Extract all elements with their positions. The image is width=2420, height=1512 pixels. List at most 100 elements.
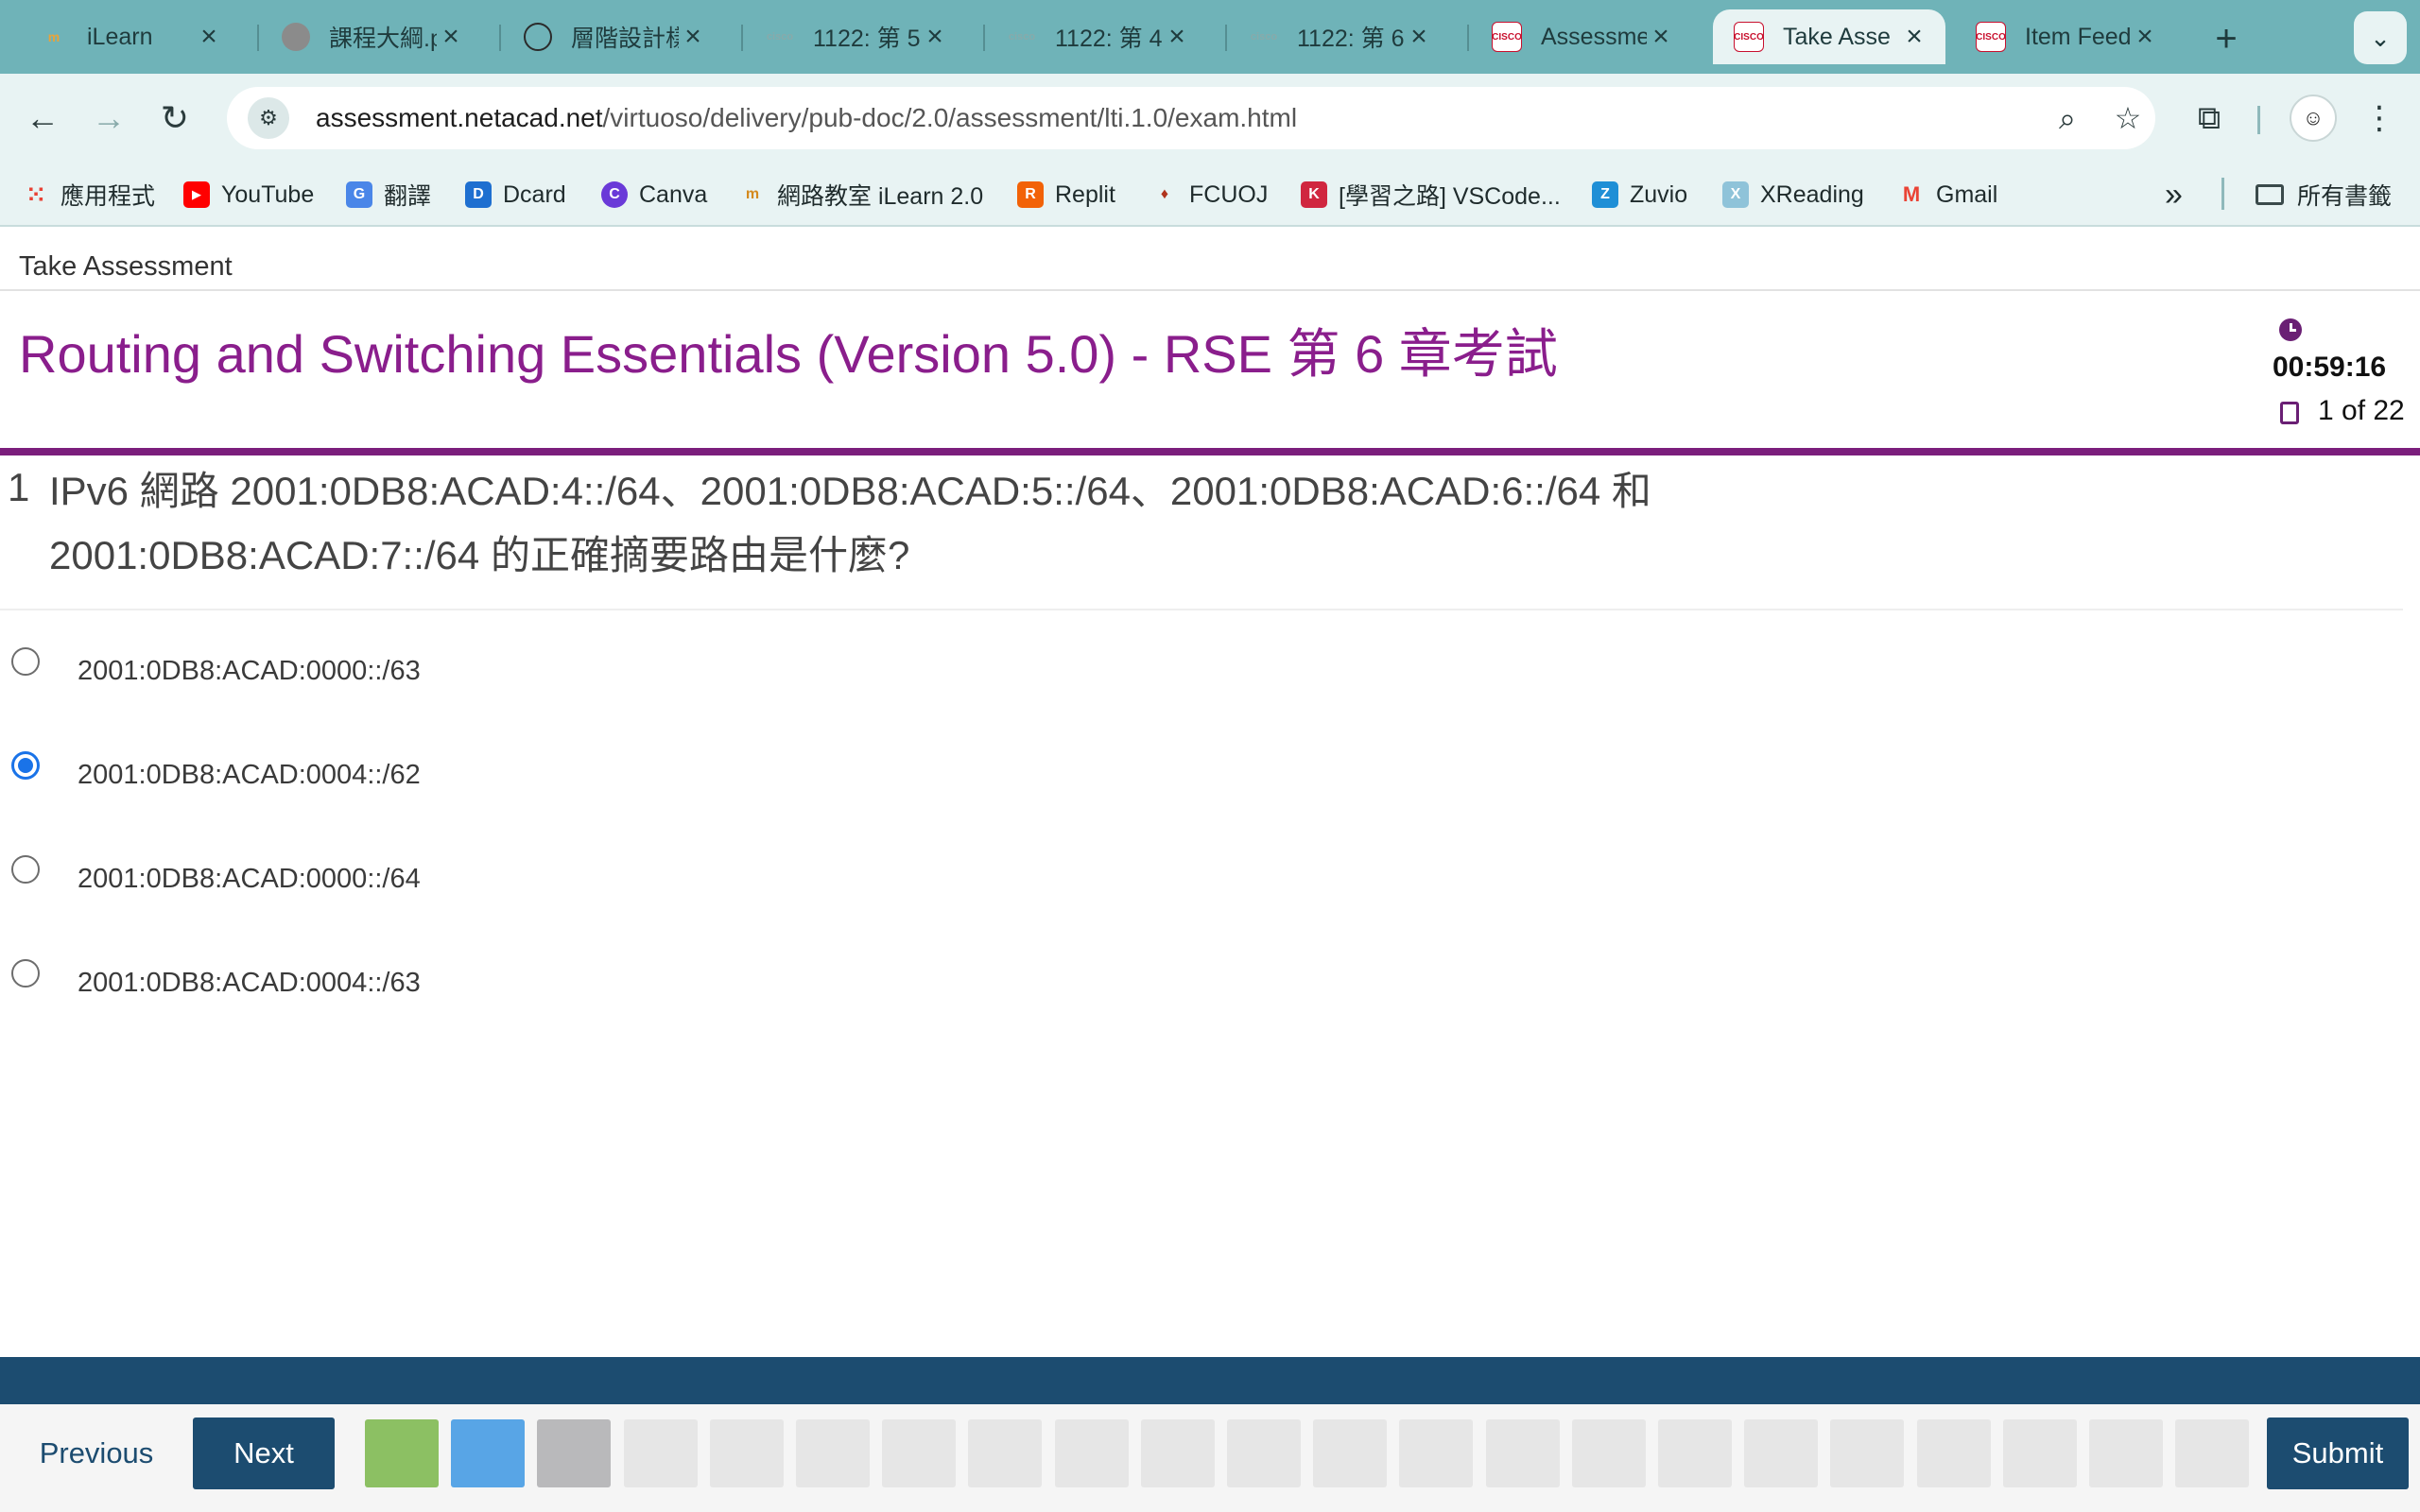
dcard-icon: D: [465, 181, 492, 208]
seal-icon: [282, 23, 310, 51]
question-nav-box-2[interactable]: [451, 1419, 526, 1487]
tab-1122-ch4[interactable]: cisco 1122: 第 4 ×: [987, 9, 1208, 64]
question-nav-box-19[interactable]: [1916, 1419, 1991, 1487]
bookmark-zuvio[interactable]: Z Zuvio: [1592, 176, 1687, 214]
question-nav-box-1[interactable]: [365, 1419, 439, 1487]
tab-assessment[interactable]: CISCO Assessme ×: [1471, 9, 1692, 64]
youtube-icon: ▶: [183, 181, 210, 208]
translate-icon: G: [346, 181, 372, 208]
question-nav-box-4[interactable]: [623, 1419, 698, 1487]
cisco-icon: cisco: [1250, 31, 1278, 43]
question-nav-box-12[interactable]: [1313, 1419, 1388, 1487]
question-nav-box-14[interactable]: [1485, 1419, 1560, 1487]
radio-button[interactable]: [11, 647, 40, 676]
tab-chatgpt[interactable]: 層階設計樣 ×: [503, 9, 724, 64]
address-bar[interactable]: ⚙ assessment.netacad.net/virtuoso/delive…: [227, 87, 2155, 149]
question-nav-box-21[interactable]: [2089, 1419, 2163, 1487]
radio-button-selected[interactable]: [11, 751, 40, 780]
footer-bar: [0, 1357, 2420, 1404]
cisco-icon: cisco: [1008, 31, 1036, 43]
bookmark-canva[interactable]: C Canva: [601, 176, 707, 214]
question-divider: [0, 609, 2403, 610]
question-nav-box-16[interactable]: [1658, 1419, 1732, 1487]
cisco-icon: CISCO: [1734, 22, 1764, 52]
question-counter: 1 of 22: [2318, 395, 2405, 426]
answer-option[interactable]: 2001:0DB8:ACAD:0000::/64: [11, 850, 421, 894]
close-icon[interactable]: ×: [1647, 21, 1675, 53]
answer-option[interactable]: 2001:0DB8:ACAD:0004::/63: [11, 954, 421, 998]
bookmark-gmail[interactable]: M Gmail: [1898, 176, 1997, 214]
back-arrow-icon[interactable]: ←: [19, 94, 66, 142]
question-nav-box-9[interactable]: [1054, 1419, 1129, 1487]
question-nav-box-7[interactable]: [882, 1419, 957, 1487]
apps-grid-icon: ⁙: [26, 181, 46, 208]
tab-ilearn[interactable]: m iLearn ×: [19, 9, 240, 64]
menu-kebab-icon[interactable]: ⋮: [2356, 94, 2403, 142]
site-info-icon[interactable]: ⚙: [248, 97, 289, 139]
question-nav-box-13[interactable]: [1399, 1419, 1474, 1487]
radio-button[interactable]: [11, 855, 40, 884]
tab-syllabus[interactable]: 課程大綱.p ×: [261, 9, 482, 64]
close-icon[interactable]: ×: [2131, 21, 2159, 53]
bookmark-star-icon[interactable]: ☆: [2104, 94, 2152, 142]
more-bookmarks-chevron-icon[interactable]: »: [2165, 176, 2183, 214]
ilearn-icon: m: [47, 29, 60, 44]
zuvio-icon: Z: [1592, 181, 1618, 208]
tab-item-feedback[interactable]: CISCO Item Feed ×: [1955, 9, 2176, 64]
close-icon[interactable]: ×: [679, 21, 707, 53]
bookmark-dcard[interactable]: D Dcard: [465, 176, 566, 214]
zoom-icon[interactable]: ⌕: [2044, 94, 2091, 142]
url-text[interactable]: assessment.netacad.net/virtuoso/delivery…: [316, 103, 1297, 133]
browser-toolbar: ← → ↻ ⚙ assessment.netacad.net/virtuoso/…: [0, 74, 2420, 163]
question-nav-box-10[interactable]: [1140, 1419, 1215, 1487]
new-tab-button[interactable]: +: [2203, 15, 2250, 62]
next-button[interactable]: Next: [193, 1418, 335, 1489]
tab-1122-ch6[interactable]: cisco 1122: 第 6 ×: [1229, 9, 1450, 64]
reload-icon[interactable]: ↻: [151, 94, 199, 142]
folder-icon: [2256, 184, 2284, 205]
question-nav-box-17[interactable]: [1744, 1419, 1819, 1487]
extensions-puzzle-icon[interactable]: ⧉: [2186, 94, 2233, 142]
question-nav-box-18[interactable]: [1830, 1419, 1905, 1487]
answer-option[interactable]: 2001:0DB8:ACAD:0000::/63: [11, 643, 421, 686]
forward-arrow-icon[interactable]: →: [85, 94, 132, 142]
bookmark-apps[interactable]: ⁙ 應用程式: [23, 176, 155, 214]
question-nav-box-22[interactable]: [2175, 1419, 2250, 1487]
question-text: IPv6 網路 2001:0DB8:ACAD:4::/64、2001:0DB8:…: [49, 469, 1651, 577]
bookmark-ilearn[interactable]: m 網路教室 iLearn 2.0: [739, 176, 983, 214]
answer-option[interactable]: 2001:0DB8:ACAD:0004::/62: [11, 747, 421, 790]
tab-take-assessment[interactable]: CISCO Take Asse ×: [1713, 9, 1945, 64]
header-divider: [0, 289, 2420, 291]
close-icon[interactable]: ×: [1163, 21, 1191, 53]
question-nav-box-5[interactable]: [709, 1419, 784, 1487]
close-icon[interactable]: ×: [195, 21, 223, 53]
close-icon[interactable]: ×: [437, 21, 465, 53]
bookmark-xreading[interactable]: X XReading: [1722, 176, 1864, 214]
bookmark-youtube[interactable]: ▶ YouTube: [183, 176, 314, 214]
profile-avatar[interactable]: ☺: [2290, 94, 2337, 142]
question-nav-box-8[interactable]: [968, 1419, 1043, 1487]
tab-separator: [1225, 25, 1227, 51]
bookmark-vscode[interactable]: K [學習之路] VSCode...: [1301, 176, 1561, 214]
question-nav-box-11[interactable]: [1227, 1419, 1301, 1487]
radio-button[interactable]: [11, 959, 40, 988]
previous-button[interactable]: Previous: [9, 1418, 183, 1489]
close-icon[interactable]: ×: [1405, 21, 1433, 53]
tab-search-chevron-icon[interactable]: ⌄: [2354, 11, 2407, 64]
bookmark-fcuoj[interactable]: ♦ FCUOJ: [1151, 176, 1268, 214]
question-nav-box-15[interactable]: [1571, 1419, 1646, 1487]
question-nav-box-6[interactable]: [796, 1419, 870, 1487]
toolbar-divider: [2257, 106, 2260, 134]
bookmark-replit[interactable]: R Replit: [1017, 176, 1115, 214]
submit-button[interactable]: Submit: [2267, 1418, 2409, 1489]
ilearn-icon: m: [745, 186, 760, 202]
xreading-icon: X: [1722, 181, 1749, 208]
close-icon[interactable]: ×: [1900, 21, 1928, 53]
page-title: Routing and Switching Essentials (Versio…: [19, 324, 1558, 384]
close-icon[interactable]: ×: [921, 21, 949, 53]
question-nav-box-3[interactable]: [537, 1419, 612, 1487]
question-nav-box-20[interactable]: [2002, 1419, 2077, 1487]
bookmark-translate[interactable]: G 翻譯: [346, 176, 431, 214]
tab-1122-ch5[interactable]: cisco 1122: 第 5 ×: [745, 9, 966, 64]
all-bookmarks-folder[interactable]: 所有書籤: [2256, 176, 2392, 214]
